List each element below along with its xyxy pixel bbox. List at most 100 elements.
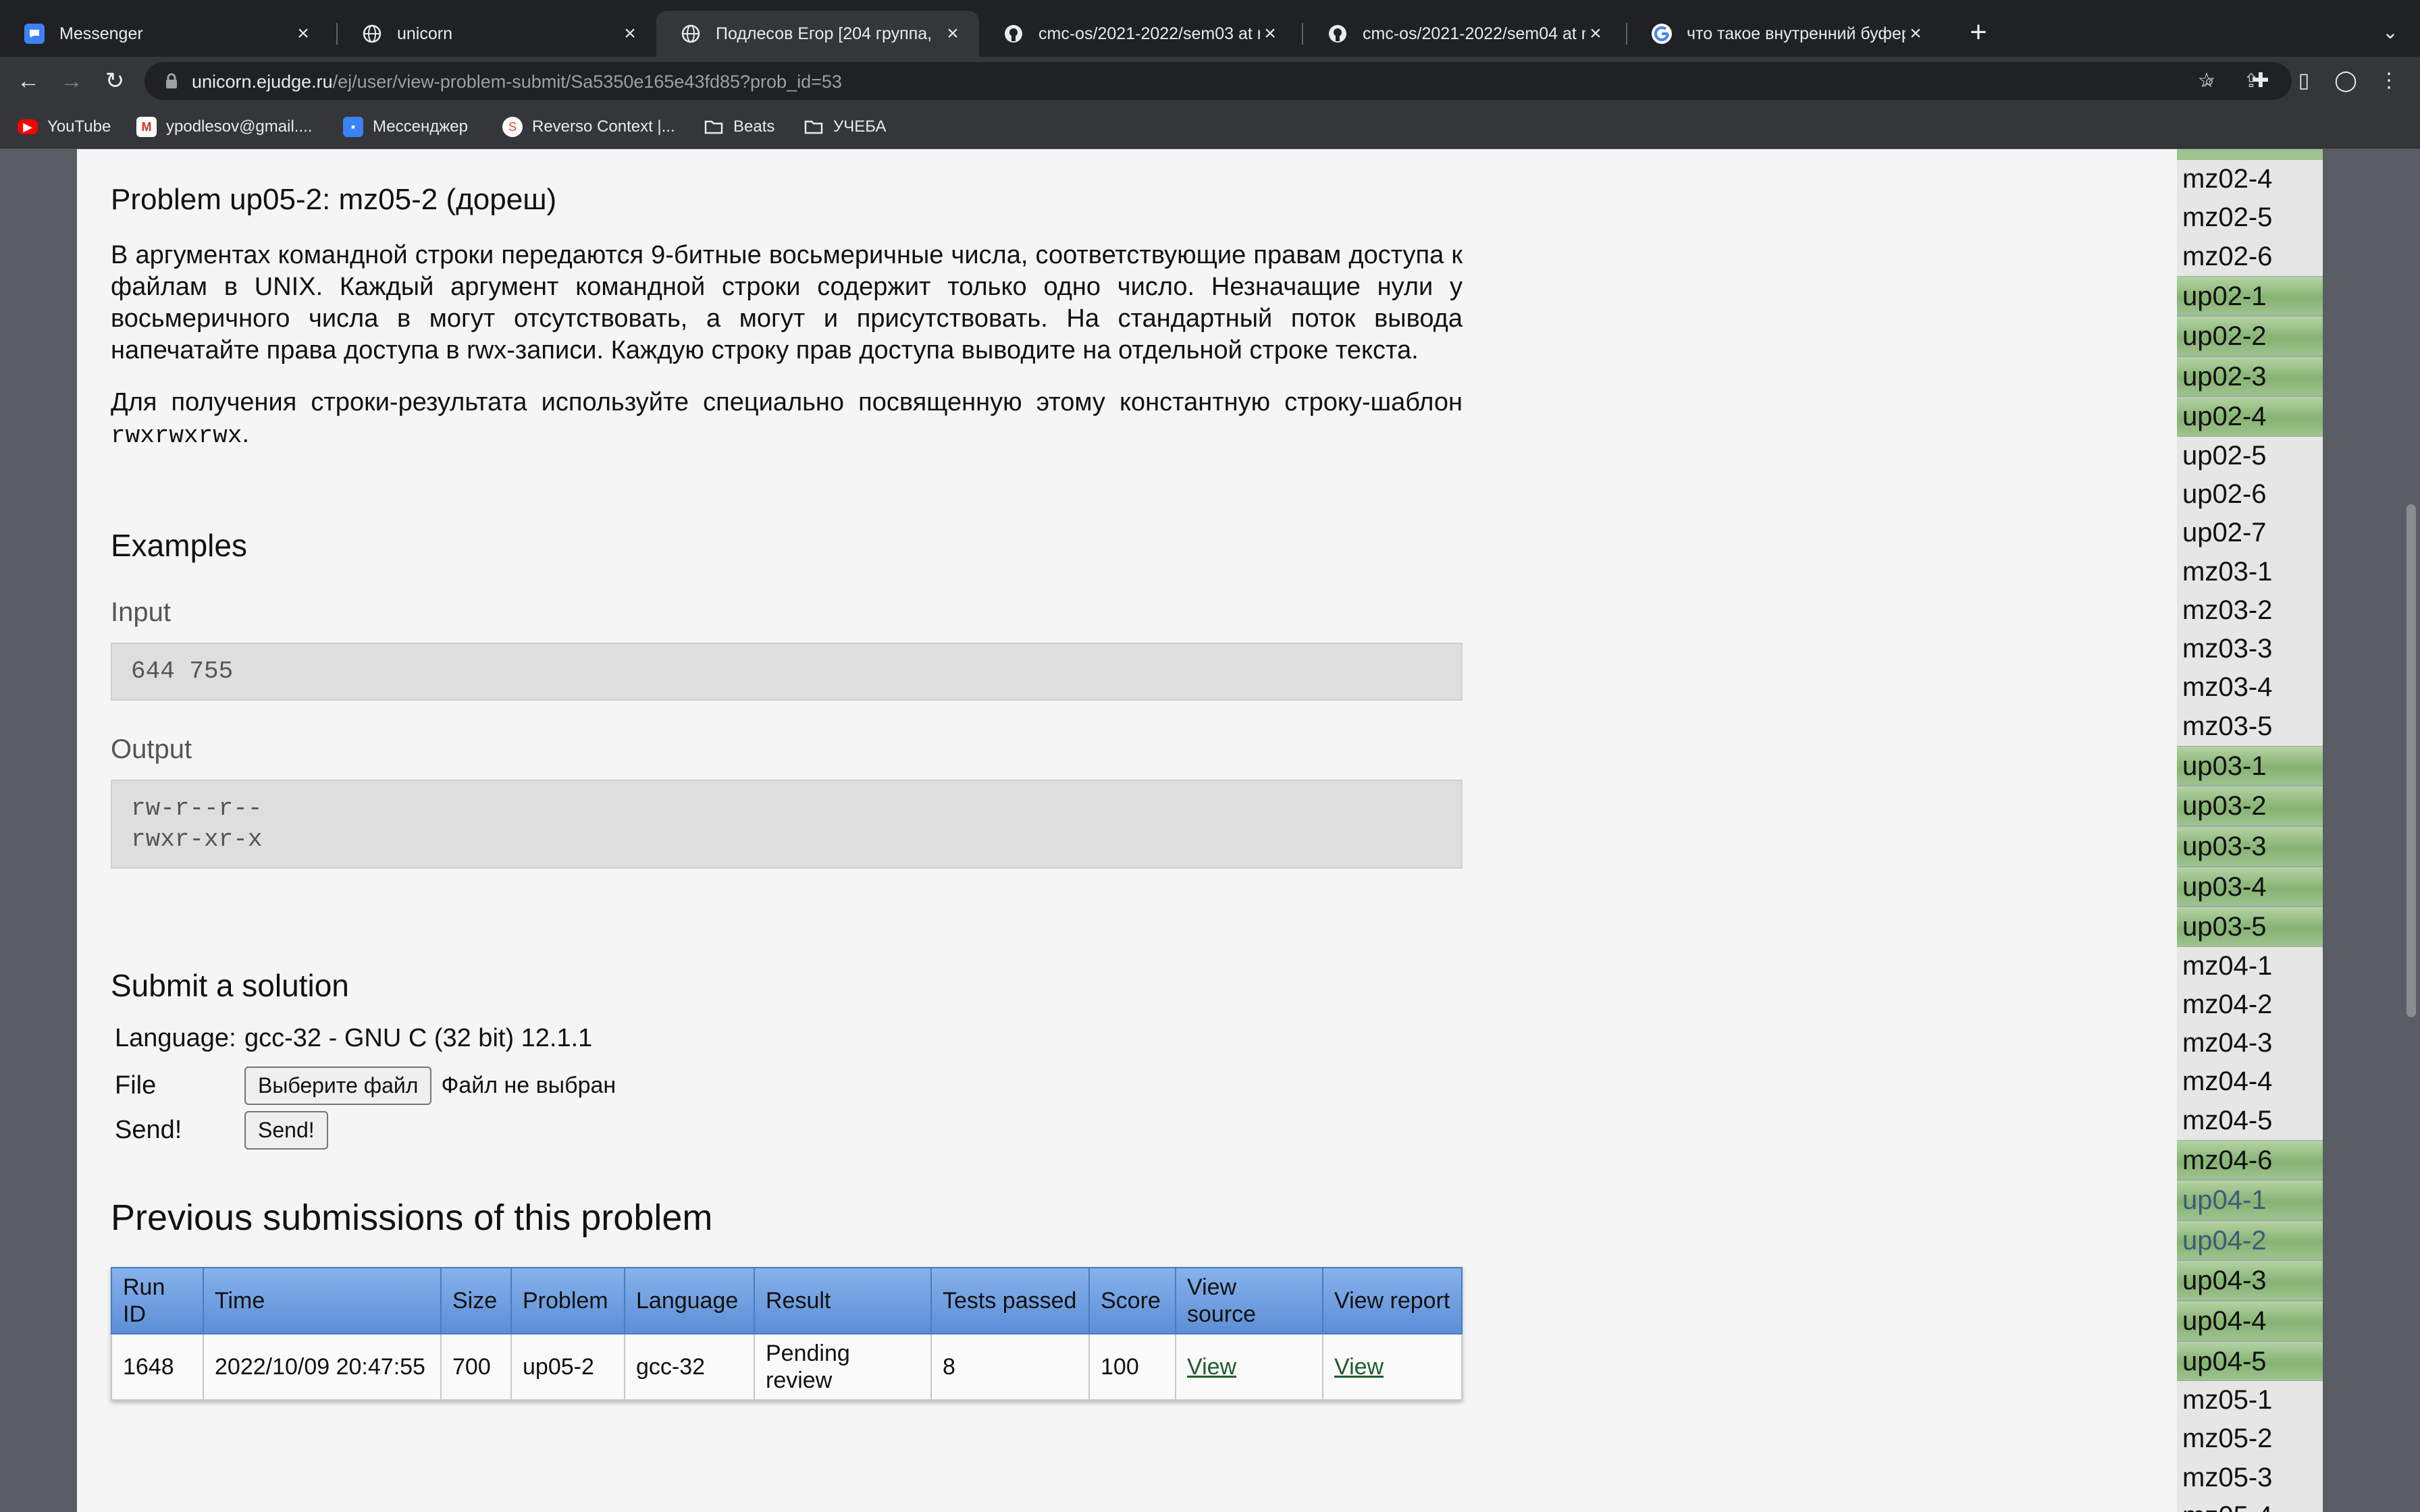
- problem-nav-item[interactable]: up02-4: [2177, 396, 2323, 437]
- bookmark-star-icon[interactable]: ☆: [2192, 66, 2221, 96]
- back-arrow-icon[interactable]: ←: [14, 66, 43, 96]
- problem-nav-item[interactable]: up02-1: [2177, 275, 2323, 317]
- problem-nav-item[interactable]: up02-7: [2177, 514, 2323, 552]
- close-icon[interactable]: ×: [293, 22, 313, 45]
- messenger-icon: [24, 24, 45, 44]
- problem-nav-item[interactable]: mz05-2: [2177, 1420, 2323, 1458]
- problem-nav-item[interactable]: up04-5: [2177, 1341, 2323, 1382]
- problem-nav-item[interactable]: up04-3: [2177, 1260, 2323, 1301]
- col-view-report: View report: [1322, 1267, 1463, 1334]
- cell-size: 700: [440, 1333, 512, 1401]
- examples-heading: Examples: [111, 528, 247, 563]
- problem-nav-item[interactable]: mz04-2: [2177, 986, 2323, 1024]
- problem-nav-item[interactable]: mz03-4: [2177, 668, 2323, 707]
- problem-nav-item[interactable]: mz03-1: [2177, 553, 2323, 591]
- problem-nav-item[interactable]: mz04-1: [2177, 947, 2323, 986]
- reload-icon[interactable]: ↻: [100, 66, 130, 96]
- view-report-link[interactable]: View: [1334, 1354, 1384, 1380]
- problem-nav-item[interactable]: mz03-5: [2177, 707, 2323, 746]
- tab-active-submission[interactable]: Подлесов Егор [204 группа, ×: [656, 11, 979, 57]
- problem-nav-item[interactable]: mz05-4: [2177, 1497, 2323, 1512]
- profile-avatar-icon[interactable]: ◯: [2331, 66, 2361, 96]
- problem-nav-item[interactable]: up04-1: [2177, 1180, 2323, 1220]
- example-input-box: 644 755: [111, 643, 1463, 701]
- input-label: Input: [111, 597, 171, 627]
- send-button[interactable]: Send!: [244, 1111, 328, 1150]
- tab-search-chevron-icon[interactable]: ⌄: [2377, 16, 2404, 49]
- cell-view-source: View: [1175, 1333, 1323, 1401]
- bookmarks-bar: ▶ YouTube M ypodlesov@gmail.... ▪ Мессен…: [0, 105, 2420, 148]
- url-text[interactable]: unicorn.ejudge.ru/ej/user/view-problem-s…: [192, 72, 842, 92]
- problem-nav-item[interactable]: mz03-3: [2177, 630, 2323, 668]
- bookmark-folder-ucheba[interactable]: УЧЕБА: [804, 115, 886, 139]
- reverso-icon: S: [502, 117, 523, 137]
- close-icon[interactable]: ×: [620, 22, 640, 45]
- problem-nav-item[interactable]: mz04-3: [2177, 1024, 2323, 1062]
- problem-nav-item[interactable]: up03-1: [2177, 745, 2323, 786]
- cell-view-report: View: [1322, 1333, 1463, 1401]
- problem-nav-item[interactable]: mz04-4: [2177, 1062, 2323, 1101]
- extensions-puzzle-icon[interactable]: ✚: [2246, 66, 2276, 96]
- tab-github-sem03[interactable]: cmc-os/2021-2022/sem03 at m ×: [979, 11, 1296, 57]
- col-language: Language: [624, 1267, 755, 1334]
- bookmark-gmail[interactable]: M ypodlesov@gmail....: [136, 115, 312, 139]
- problem-nav-item[interactable]: up04-4: [2177, 1301, 2323, 1341]
- bookmark-reverso[interactable]: S Reverso Context |...: [502, 115, 675, 139]
- problem-nav-item[interactable]: mz03-2: [2177, 591, 2323, 630]
- kebab-menu-icon[interactable]: ⋮: [2374, 66, 2404, 96]
- problem-nav-item[interactable]: up02-5: [2177, 437, 2323, 475]
- page-body: Problem up05-2: mz05-2 (дореш) В аргумен…: [77, 149, 2323, 1512]
- problem-nav-item[interactable]: mz02-6: [2177, 238, 2323, 276]
- side-panel-icon[interactable]: ▯: [2289, 66, 2319, 96]
- problem-nav-item[interactable]: mz04-6: [2177, 1139, 2323, 1181]
- problem-nav-list: mz02-4 mz02-5 mz02-6 up02-1 up02-2 up02-3 up02…: [2177, 149, 2323, 1512]
- cell-problem: up05-2: [510, 1333, 625, 1401]
- problem-nav-item[interactable]: mz02-5: [2177, 198, 2323, 237]
- folder-icon: [704, 117, 724, 137]
- bookmark-folder-beats[interactable]: Beats: [704, 115, 774, 139]
- tab-messenger[interactable]: Messenger ×: [0, 11, 330, 57]
- problem-nav-item[interactable]: up03-5: [2177, 907, 2323, 947]
- problem-nav-item[interactable]: up03-3: [2177, 826, 2323, 867]
- close-icon[interactable]: ×: [943, 22, 963, 45]
- problem-nav-item-partial[interactable]: [2177, 149, 2323, 160]
- send-label: Send!: [115, 1116, 182, 1144]
- scrollbar-thumb[interactable]: [2406, 504, 2416, 1017]
- close-icon[interactable]: ×: [1585, 22, 1606, 45]
- page-scrollbar[interactable]: [2401, 149, 2420, 1512]
- table-row: 1648 2022/10/09 20:47:55 700 up05-2 gcc-…: [111, 1333, 1463, 1401]
- problem-nav-item[interactable]: mz02-4: [2177, 160, 2323, 198]
- col-problem: Problem: [510, 1267, 625, 1334]
- tab-unicorn[interactable]: unicorn ×: [338, 11, 656, 57]
- problem-nav-item[interactable]: up03-2: [2177, 786, 2323, 826]
- view-source-link[interactable]: View: [1187, 1354, 1236, 1380]
- problem-nav-item[interactable]: up02-2: [2177, 316, 2323, 356]
- problem-nav-item[interactable]: mz04-5: [2177, 1102, 2323, 1140]
- lock-icon[interactable]: [165, 73, 178, 89]
- gmail-icon: M: [136, 117, 157, 137]
- submit-heading: Submit a solution: [111, 968, 349, 1003]
- problem-nav-item[interactable]: mz05-1: [2177, 1381, 2323, 1420]
- problem-nav-item[interactable]: up03-4: [2177, 866, 2323, 907]
- problem-nav-item[interactable]: up04-2: [2177, 1220, 2323, 1261]
- tab-github-sem04[interactable]: cmc-os/2021-2022/sem04 at m ×: [1303, 11, 1622, 57]
- choose-file-button[interactable]: Выберите файл: [244, 1066, 432, 1105]
- problem-nav-item[interactable]: mz05-3: [2177, 1459, 2323, 1497]
- close-icon[interactable]: ×: [1260, 22, 1280, 45]
- cell-time: 2022/10/09 20:47:55: [203, 1333, 442, 1401]
- bookmark-youtube[interactable]: ▶ YouTube: [18, 115, 111, 139]
- col-run-id: Run ID: [111, 1267, 204, 1334]
- language-value: gcc-32 - GNU C (32 bit) 12.1.1: [244, 1024, 593, 1052]
- cell-language: gcc-32: [624, 1333, 755, 1401]
- tab-google-search[interactable]: что такое внутренний буфер ×: [1627, 11, 1942, 57]
- address-bar[interactable]: unicorn.ejudge.ru/ej/user/view-problem-s…: [144, 62, 2292, 100]
- statement-paragraph: Для получения строки-результата использу…: [111, 388, 1463, 450]
- bookmark-messenger[interactable]: ▪ Мессенджер: [343, 115, 468, 139]
- problem-nav-item[interactable]: up02-6: [2177, 475, 2323, 514]
- cell-run-id: 1648: [111, 1333, 204, 1401]
- new-tab-button[interactable]: +: [1962, 16, 1995, 49]
- forward-arrow-icon[interactable]: →: [57, 66, 86, 96]
- close-icon[interactable]: ×: [1905, 22, 1926, 45]
- submissions-table: Run ID Time Size Problem Language Result…: [111, 1267, 1463, 1401]
- problem-nav-item[interactable]: up02-3: [2177, 356, 2323, 397]
